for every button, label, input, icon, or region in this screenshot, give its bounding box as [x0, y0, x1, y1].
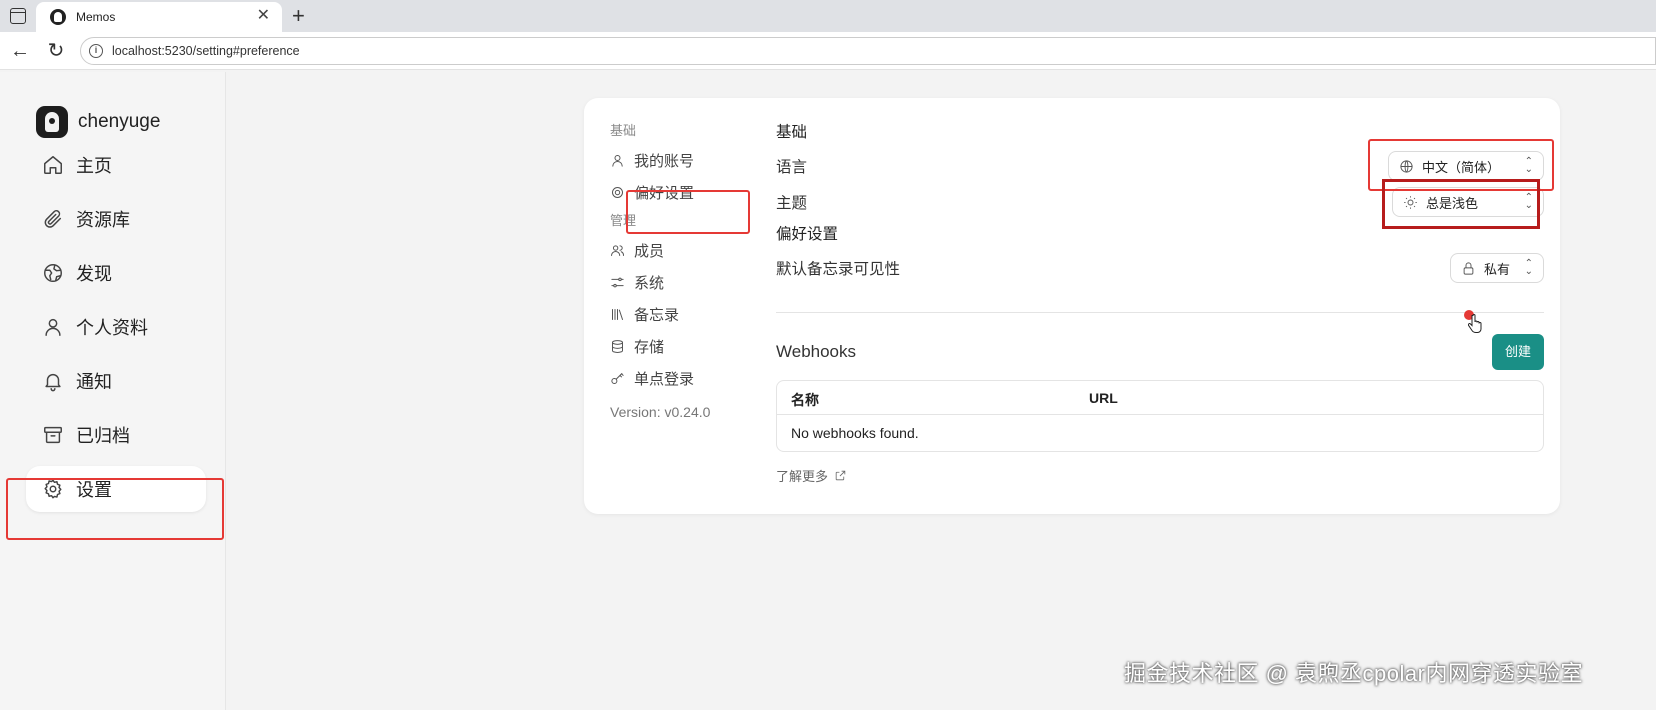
new-tab-button[interactable]: + — [292, 3, 305, 29]
annotation-highlight-box — [1382, 179, 1540, 229]
settings-nav-system[interactable]: 系统 — [610, 266, 760, 298]
settings-nav-memos[interactable]: 备忘录 — [610, 298, 760, 330]
webhooks-table: 名称 URL No webhooks found. — [776, 380, 1544, 452]
user-menu[interactable]: chenyuge — [36, 106, 160, 138]
user-icon — [45, 318, 61, 336]
username: chenyuge — [78, 111, 161, 132]
external-link-icon — [835, 470, 846, 481]
sidebar-item-label: 发现 — [76, 264, 112, 284]
sidebar-item-archived[interactable]: 已归档 — [26, 412, 206, 458]
site-info-icon[interactable]: i — [89, 44, 103, 58]
visibility-row: 默认备忘录可见性 私有 ⌃ ⌄ — [776, 250, 1544, 286]
sidebar-item-label: 资源库 — [76, 210, 130, 230]
users-icon — [611, 244, 624, 256]
sidebar-item-label: 个人资料 — [76, 318, 148, 338]
tab-title: Memos — [76, 10, 116, 24]
sidebar-item-explore[interactable]: 发现 — [26, 250, 206, 296]
settings-nav-sso[interactable]: 单点登录 — [610, 362, 760, 394]
lock-icon — [1463, 261, 1474, 275]
settings-nav-label: 我的账号 — [634, 152, 695, 170]
settings-nav-label: 成员 — [634, 242, 665, 260]
divider — [776, 312, 1544, 313]
settings-nav-label: 单点登录 — [634, 370, 695, 388]
annotation-highlight-box — [626, 190, 750, 234]
sidebar-item-resources[interactable]: 资源库 — [26, 196, 206, 242]
key-icon — [611, 372, 624, 384]
sliders-icon — [611, 277, 624, 287]
annotation-highlight-box — [6, 478, 224, 540]
settings-nav-account[interactable]: 我的账号 — [610, 144, 760, 176]
language-label: 语言 — [776, 159, 808, 176]
settings-nav-storage[interactable]: 存储 — [610, 330, 760, 362]
archive-icon — [44, 426, 62, 444]
empty-state-text: No webhooks found. — [791, 425, 919, 441]
settings-nav-label: 系统 — [634, 274, 665, 292]
sidebar-item-profile[interactable]: 个人资料 — [26, 304, 206, 350]
url-text[interactable]: localhost:5230/setting#preference — [112, 44, 300, 58]
home-icon — [44, 156, 62, 174]
paperclip-icon — [44, 210, 62, 228]
app-sidebar: chenyuge 主页 资源库 发现 个人资料 通知 已归档 设置 — [0, 72, 226, 710]
sidebar-nav: 主页 资源库 发现 个人资料 通知 已归档 设置 — [26, 142, 206, 520]
library-icon — [612, 308, 623, 320]
sidebar-item-label: 通知 — [76, 372, 112, 392]
theme-label: 主题 — [776, 195, 808, 212]
column-url-header: URL — [1089, 390, 1118, 406]
settings-nav-label: 备忘录 — [634, 306, 680, 324]
address-bar[interactable]: i localhost:5230/setting#preference — [80, 37, 1656, 65]
cog-icon — [612, 186, 623, 198]
sidebar-item-label: 主页 — [76, 156, 112, 176]
sidebar-item-label: 已归档 — [76, 426, 130, 446]
hand-cursor-icon — [1468, 314, 1482, 333]
user-icon — [612, 154, 623, 167]
visibility-value: 私有 — [1484, 261, 1511, 277]
column-name-header: 名称 — [791, 392, 819, 408]
tab-actions-icon[interactable] — [10, 8, 26, 24]
bell-icon — [45, 373, 61, 392]
sidebar-item-notifications[interactable]: 通知 — [26, 358, 206, 404]
watermark: 掘金技术社区 @ 袁煦丞cpolar内网穿透实验室 — [1124, 661, 1583, 686]
reload-icon[interactable]: ↻ — [44, 39, 68, 63]
settings-group-basic: 基础 — [610, 123, 637, 138]
settings-nav: 基础 我的账号 偏好设置 管理 成员 系统 备忘录 存储 单点登录 Versio… — [610, 118, 760, 420]
settings-nav-members[interactable]: 成员 — [610, 234, 760, 266]
visibility-select[interactable]: 私有 ⌃ ⌄ — [1450, 253, 1544, 283]
learn-more-label: 了解更多 — [776, 469, 829, 484]
learn-more-link[interactable]: 了解更多 — [776, 466, 847, 485]
avatar — [36, 106, 68, 138]
tab-close-icon[interactable]: ✕ — [257, 8, 270, 24]
settings-nav-label: 存储 — [634, 338, 665, 356]
browser-tab[interactable]: Memos ✕ — [36, 2, 282, 32]
sidebar-item-home[interactable]: 主页 — [26, 142, 206, 188]
webhooks-title: Webhooks — [776, 342, 857, 361]
browser-tab-bar: Memos ✕ + — [0, 0, 1656, 32]
back-arrow-icon[interactable]: ← — [8, 39, 32, 63]
visibility-label: 默认备忘录可见性 — [776, 261, 901, 278]
globe-icon — [44, 264, 62, 282]
database-icon — [612, 339, 623, 353]
browser-nav-bar: ← ↻ i localhost:5230/setting#preference — [0, 32, 1656, 70]
memos-favicon-icon — [50, 9, 66, 25]
version-text: Version: v0.24.0 — [610, 404, 711, 420]
table-header: 名称 URL — [777, 381, 1543, 415]
chevron-updown-icon: ⌃ ⌄ — [1524, 258, 1533, 277]
create-webhook-button[interactable]: 创建 — [1492, 334, 1544, 370]
